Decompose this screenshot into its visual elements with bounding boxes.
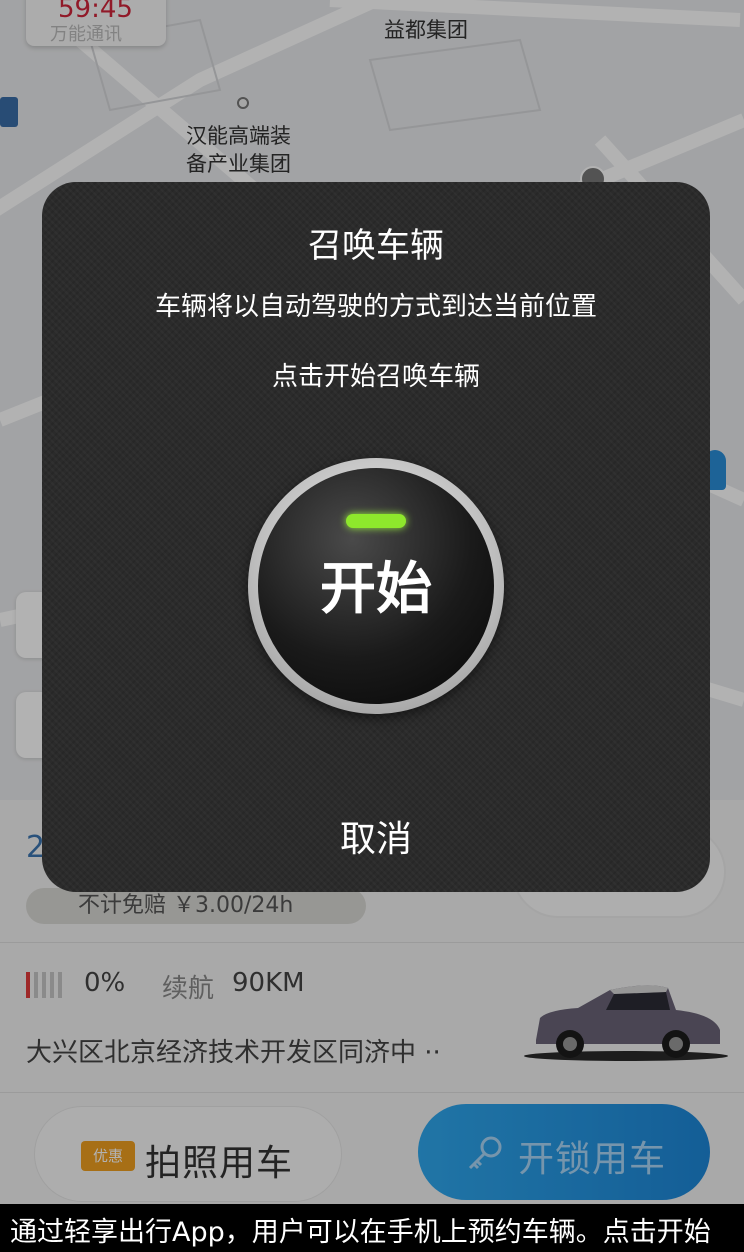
dialog-title: 召唤车辆 [308, 226, 444, 266]
caption-text: 通过轻享出行App，用户可以在手机上预约车辆。点击开始 [10, 1217, 711, 1248]
dialog-hint: 点击开始召唤车辆 [271, 362, 480, 392]
start-button[interactable]: 开始 [248, 458, 504, 714]
start-button-face[interactable]: 开始 [258, 468, 494, 704]
start-button-label: 开始 [320, 557, 432, 622]
modal-backdrop[interactable]: 召唤车辆 车辆将以自动驾驶的方式到达当前位置 点击开始召唤车辆 开始 取消 [0, 0, 744, 1204]
cancel-button[interactable]: 取消 [42, 810, 710, 862]
caption-bar: 通过轻享出行App，用户可以在手机上预约车辆。点击开始 [0, 1204, 744, 1252]
dialog-description: 车辆将以自动驾驶的方式到达当前位置 [154, 292, 597, 322]
status-led-icon [346, 514, 406, 528]
summon-vehicle-dialog: 召唤车辆 车辆将以自动驾驶的方式到达当前位置 点击开始召唤车辆 开始 取消 [42, 182, 710, 892]
